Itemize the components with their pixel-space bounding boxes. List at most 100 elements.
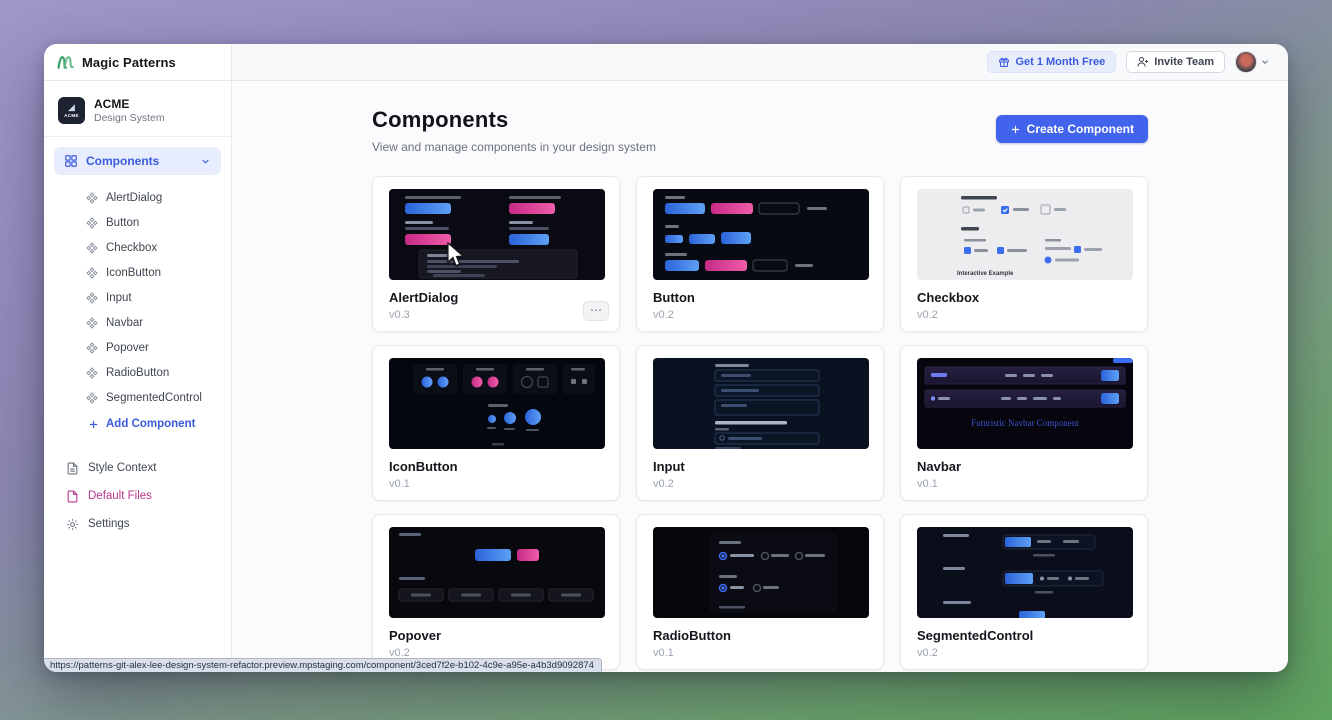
component-card-iconbutton[interactable]: IconButton v0.1 <box>372 345 620 501</box>
app-window: Magic Patterns Get 1 Month Free Invite T… <box>44 44 1288 672</box>
component-card-checkbox[interactable]: Interactive Example Checkbox v0.2 <box>900 176 1148 332</box>
navbar-preview-thumbnail[interactable]: Futuristic Navbar Component <box>917 358 1133 449</box>
component-grid: AlertDialog v0.3 ⋯ <box>372 176 1148 670</box>
card-title: Checkbox <box>917 290 1131 305</box>
sidebar-item-checkbox[interactable]: Checkbox <box>44 235 231 260</box>
component-icon <box>86 317 98 329</box>
component-card-alertdialog[interactable]: AlertDialog v0.3 ⋯ <box>372 176 620 332</box>
sidebar-item-label: IconButton <box>106 267 161 279</box>
avatar[interactable] <box>1235 51 1257 73</box>
card-version: v0.2 <box>917 309 1131 321</box>
magic-patterns-icon <box>57 55 75 70</box>
add-component-label: Add Component <box>106 418 195 430</box>
sidebar-item-segmentedcontrol[interactable]: SegmentedControl <box>44 385 231 410</box>
component-list: AlertDialog Button Checkbox IconButton I… <box>44 185 231 438</box>
card-version: v0.3 <box>389 309 603 321</box>
sidebar-item-label: AlertDialog <box>106 192 162 204</box>
invite-team-label: Invite Team <box>1154 56 1214 68</box>
component-icon <box>86 292 98 304</box>
main-content: Components View and manage components in… <box>232 81 1288 672</box>
workspace-logo: ◢ ACME <box>58 97 85 124</box>
card-version: v0.2 <box>653 478 867 490</box>
file-icon <box>66 490 79 503</box>
component-icon <box>86 217 98 229</box>
component-card-popover[interactable]: Popover v0.2 <box>372 514 620 670</box>
sidebar-item-button[interactable]: Button <box>44 210 231 235</box>
component-icon <box>86 342 98 354</box>
gift-icon <box>998 56 1010 68</box>
file-text-icon <box>66 462 79 475</box>
sidebar-item-style-context[interactable]: Style Context <box>44 454 231 482</box>
invite-team-button[interactable]: Invite Team <box>1126 51 1225 73</box>
component-card-input[interactable]: Input v0.2 <box>636 345 884 501</box>
sidebar-item-iconbutton[interactable]: IconButton <box>44 260 231 285</box>
footer-item-label: Settings <box>88 518 130 530</box>
component-icon <box>86 267 98 279</box>
card-title: Navbar <box>917 459 1131 474</box>
checkbox-preview-thumbnail[interactable]: Interactive Example <box>917 189 1133 280</box>
component-icon <box>86 242 98 254</box>
create-component-label: Create Component <box>1027 122 1134 136</box>
card-title: Input <box>653 459 867 474</box>
sidebar-item-label: RadioButton <box>106 367 169 379</box>
component-icon <box>86 392 98 404</box>
sidebar-item-label: Input <box>106 292 132 304</box>
sidebar-item-settings[interactable]: Settings <box>44 510 231 538</box>
brand-name: Magic Patterns <box>82 55 176 70</box>
desktop-background: { "topbar": { "logo_text": "Magic Patter… <box>0 0 1332 720</box>
component-icon <box>86 192 98 204</box>
card-version: v0.2 <box>917 647 1131 659</box>
sidebar-item-navbar[interactable]: Navbar <box>44 310 231 335</box>
workspace-logo-label: ACME <box>64 113 79 118</box>
iconbutton-preview-thumbnail[interactable] <box>389 358 605 449</box>
button-preview-thumbnail[interactable] <box>653 189 869 280</box>
card-version: v0.2 <box>653 309 867 321</box>
sidebar-item-popover[interactable]: Popover <box>44 335 231 360</box>
alertdialog-preview-thumbnail[interactable] <box>389 189 605 280</box>
add-component-button[interactable]: Add Component <box>44 410 231 438</box>
component-card-radiobutton[interactable]: RadioButton v0.1 <box>636 514 884 670</box>
plus-icon <box>88 419 99 430</box>
popover-preview-thumbnail[interactable] <box>389 527 605 618</box>
top-bar: Magic Patterns Get 1 Month Free Invite T… <box>44 44 1288 81</box>
sidebar-item-radiobutton[interactable]: RadioButton <box>44 360 231 385</box>
page-title: Components <box>372 107 656 133</box>
get-month-free-button[interactable]: Get 1 Month Free <box>987 51 1116 73</box>
workspace-switcher[interactable]: ◢ ACME ACME Design System <box>44 91 231 134</box>
card-menu-button[interactable]: ⋯ <box>583 301 609 321</box>
sidebar-footer: Style Context Default Files Settings <box>44 454 231 538</box>
card-version: v0.1 <box>653 647 867 659</box>
component-card-segmentedcontrol[interactable]: SegmentedControl v0.2 <box>900 514 1148 670</box>
account-menu[interactable] <box>1235 51 1270 73</box>
footer-item-label: Style Context <box>88 462 156 474</box>
top-bar-actions: Get 1 Month Free Invite Team <box>232 44 1288 80</box>
workspace-subtitle: Design System <box>94 112 165 124</box>
sidebar-item-components[interactable]: Components <box>54 147 221 175</box>
component-card-navbar[interactable]: Futuristic Navbar Component Navbar v0.1 <box>900 345 1148 501</box>
card-title: Popover <box>389 628 603 643</box>
footer-item-label: Default Files <box>88 490 152 502</box>
sidebar-components-label: Components <box>86 154 159 168</box>
sidebar-item-label: Navbar <box>106 317 143 329</box>
checkbox-preview-caption: Interactive Example <box>957 271 1014 277</box>
magic-patterns-logo[interactable]: Magic Patterns <box>44 44 232 80</box>
sidebar: ◢ ACME ACME Design System Components <box>44 81 232 672</box>
component-card-button[interactable]: Button v0.2 <box>636 176 884 332</box>
plus-icon <box>1010 124 1021 135</box>
card-title: RadioButton <box>653 628 867 643</box>
chevron-down-icon <box>200 156 211 167</box>
card-title: AlertDialog <box>389 290 603 305</box>
ellipsis-icon: ⋯ <box>590 303 602 317</box>
input-preview-thumbnail[interactable] <box>653 358 869 449</box>
segmentedcontrol-preview-thumbnail[interactable] <box>917 527 1133 618</box>
sidebar-item-alertdialog[interactable]: AlertDialog <box>44 185 231 210</box>
card-title: SegmentedControl <box>917 628 1131 643</box>
radiobutton-preview-thumbnail[interactable] <box>653 527 869 618</box>
user-plus-icon <box>1137 56 1149 68</box>
create-component-button[interactable]: Create Component <box>996 115 1148 143</box>
sidebar-item-default-files[interactable]: Default Files <box>44 482 231 510</box>
sidebar-item-input[interactable]: Input <box>44 285 231 310</box>
page-subtitle: View and manage components in your desig… <box>372 140 656 154</box>
sidebar-item-label: SegmentedControl <box>106 392 202 404</box>
workspace-name: ACME <box>94 97 165 111</box>
